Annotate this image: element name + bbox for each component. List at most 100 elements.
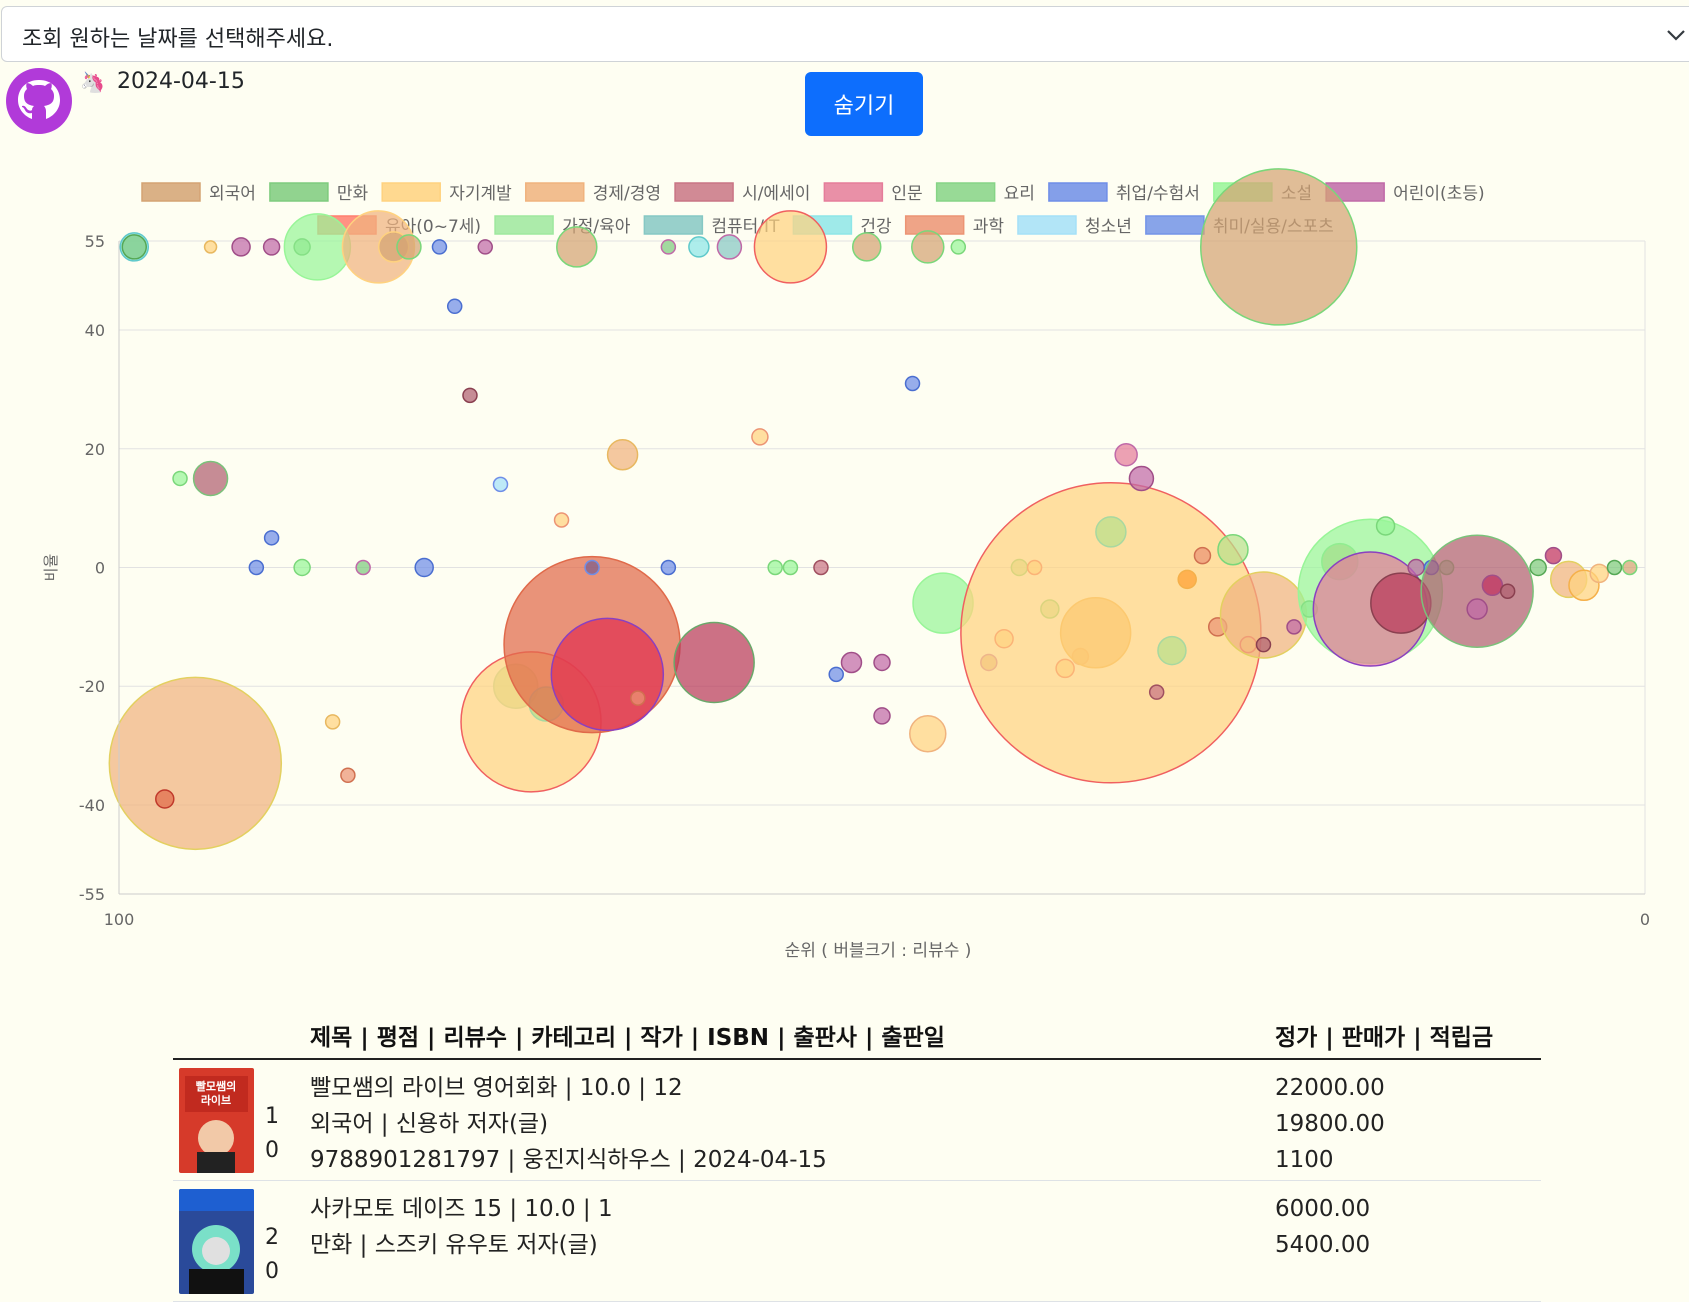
bubble-point[interactable] bbox=[873, 707, 891, 725]
legend-label[interactable]: 인문 bbox=[891, 184, 922, 204]
book-title-line[interactable]: 사카모토 데이즈 15 | 10.0 | 1 bbox=[310, 1191, 613, 1227]
legend-label[interactable]: 어린이(초등) bbox=[1393, 184, 1484, 204]
table-row[interactable]: 20 사카모토 데이즈 15 | 10.0 | 1 만화 | 스즈키 유우토 저… bbox=[173, 1181, 1541, 1302]
bubble-point[interactable] bbox=[121, 234, 148, 260]
bubble-point[interactable] bbox=[396, 234, 422, 260]
legend-label[interactable]: 경제/경영 bbox=[593, 184, 661, 204]
legend-label[interactable]: 과학 bbox=[973, 217, 1005, 237]
legend-swatch[interactable] bbox=[381, 182, 441, 202]
book-cover[interactable] bbox=[179, 1189, 254, 1294]
legend-swatch[interactable] bbox=[823, 182, 884, 202]
bubble-point[interactable] bbox=[716, 234, 743, 260]
bubble-point[interactable] bbox=[1375, 516, 1396, 536]
bubble-point[interactable] bbox=[556, 226, 598, 268]
legend-label[interactable]: 취업/수험서 bbox=[1116, 184, 1200, 204]
bubble-point[interactable] bbox=[1544, 546, 1563, 565]
bubble-point[interactable] bbox=[340, 767, 356, 784]
bubble-point[interactable] bbox=[1529, 558, 1547, 577]
bubble-point[interactable] bbox=[660, 559, 677, 576]
bubble-point[interactable] bbox=[355, 559, 371, 576]
bubble-point[interactable] bbox=[293, 558, 311, 577]
legend-label[interactable]: 청소년 bbox=[1085, 217, 1132, 237]
legend-swatch[interactable] bbox=[1048, 182, 1108, 202]
bubble-point[interactable] bbox=[553, 512, 570, 528]
bubble-point[interactable] bbox=[1286, 619, 1302, 635]
github-icon[interactable] bbox=[6, 68, 72, 134]
bubble-point[interactable] bbox=[673, 621, 755, 704]
bubble-point[interactable] bbox=[1407, 558, 1425, 577]
bubble-point[interactable] bbox=[1255, 636, 1272, 653]
bubble-point[interactable] bbox=[584, 559, 600, 576]
bubble-point[interactable] bbox=[550, 617, 665, 732]
bubble-point[interactable] bbox=[1217, 533, 1249, 566]
table-row[interactable]: 빨모쌤의 라이브 10 빨모쌤의 라이브 영어회화 | 10.0 | 12 외국… bbox=[173, 1060, 1541, 1181]
bubble-point[interactable] bbox=[753, 210, 828, 284]
bubble-point[interactable] bbox=[1193, 546, 1212, 565]
bubble-point[interactable] bbox=[1177, 569, 1197, 590]
bubble-point[interactable] bbox=[751, 428, 769, 446]
bubble-point[interactable] bbox=[813, 559, 829, 576]
legend-swatch[interactable] bbox=[643, 215, 704, 235]
bubble-point[interactable] bbox=[950, 239, 967, 255]
bubble-point[interactable] bbox=[851, 232, 882, 262]
bubble-point[interactable] bbox=[1589, 563, 1609, 584]
bubble-point[interactable] bbox=[1420, 534, 1534, 648]
bubble-point[interactable] bbox=[660, 239, 677, 255]
bubble-point[interactable] bbox=[192, 460, 229, 497]
bubble-point[interactable] bbox=[1128, 465, 1155, 492]
bubble-point[interactable] bbox=[172, 470, 188, 487]
bubble-point[interactable] bbox=[414, 557, 434, 578]
legend-swatch[interactable] bbox=[1017, 215, 1077, 235]
bubble-point[interactable] bbox=[431, 239, 448, 255]
bubble-point[interactable] bbox=[1466, 598, 1488, 620]
bubble-point[interactable] bbox=[688, 236, 710, 258]
bubble-point[interactable] bbox=[262, 238, 281, 256]
bubble-point[interactable] bbox=[909, 714, 947, 753]
bubble-point[interactable] bbox=[248, 559, 265, 576]
book-title-line[interactable]: 빨모쌤의 라이브 영어회화 | 10.0 | 12 bbox=[310, 1070, 827, 1106]
legend-label[interactable]: 자기계발 bbox=[449, 184, 512, 204]
bubble-point[interactable] bbox=[263, 530, 280, 546]
bubble-point[interactable] bbox=[1499, 583, 1516, 599]
bubble-point[interactable] bbox=[1157, 635, 1187, 666]
legend-label[interactable]: 요리 bbox=[1004, 184, 1035, 204]
bubble-point[interactable] bbox=[283, 213, 352, 281]
bubble-point[interactable] bbox=[324, 714, 341, 730]
bubble-point[interactable] bbox=[1621, 559, 1638, 576]
bubble-point[interactable] bbox=[446, 298, 463, 315]
legend-swatch[interactable] bbox=[525, 182, 585, 202]
bubble-point[interactable] bbox=[1114, 442, 1138, 467]
bubble-point[interactable] bbox=[767, 559, 783, 576]
bubble-point[interactable] bbox=[1200, 168, 1358, 326]
date-select[interactable]: 조회 원하는 날짜를 선택해주세요. bbox=[1, 6, 1689, 62]
bubble-point[interactable] bbox=[782, 559, 799, 576]
hide-button[interactable]: 숨기기 bbox=[805, 72, 923, 136]
bubble-point[interactable] bbox=[1481, 574, 1504, 597]
bubble-point[interactable] bbox=[203, 240, 218, 254]
legend-swatch[interactable] bbox=[269, 182, 329, 202]
legend-swatch[interactable] bbox=[674, 182, 734, 202]
bubble-point[interactable] bbox=[1606, 559, 1623, 576]
legend-swatch[interactable] bbox=[935, 182, 996, 202]
bubble-point[interactable] bbox=[911, 230, 945, 264]
bubble-point[interactable] bbox=[477, 239, 493, 255]
bubble-point[interactable] bbox=[828, 666, 844, 683]
legend-swatch[interactable] bbox=[494, 215, 554, 235]
bubble-point[interactable] bbox=[606, 438, 639, 471]
bubble-point[interactable] bbox=[630, 690, 646, 706]
bubble-point[interactable] bbox=[1148, 684, 1165, 700]
legend-swatch[interactable] bbox=[141, 182, 201, 202]
bubble-point[interactable] bbox=[873, 653, 891, 672]
legend-label[interactable]: 시/에세이 bbox=[742, 184, 810, 204]
bubble-point[interactable] bbox=[904, 375, 921, 392]
bubble-point[interactable] bbox=[492, 476, 509, 493]
legend-swatch[interactable] bbox=[904, 215, 965, 235]
legend-swatch[interactable] bbox=[1145, 215, 1205, 235]
bubble-point[interactable] bbox=[231, 237, 251, 257]
bubble-point[interactable] bbox=[462, 387, 478, 404]
bubble-point[interactable] bbox=[108, 676, 283, 851]
book-cover[interactable]: 빨모쌤의 라이브 bbox=[179, 1068, 254, 1173]
legend-label[interactable]: 만화 bbox=[337, 184, 369, 204]
bubble-point[interactable] bbox=[840, 651, 863, 674]
bubble-point[interactable] bbox=[1095, 516, 1127, 548]
